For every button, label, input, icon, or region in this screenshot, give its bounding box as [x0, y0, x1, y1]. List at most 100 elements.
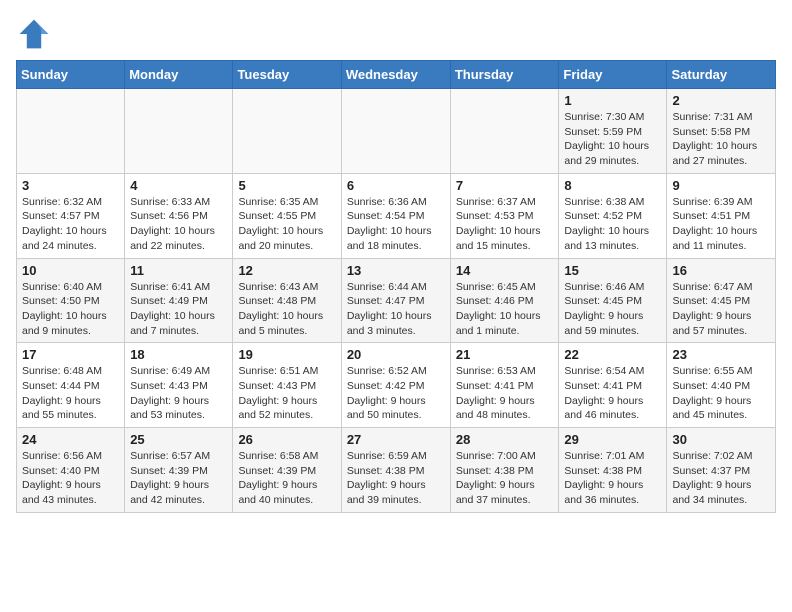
day-info: Sunrise: 6:49 AM Sunset: 4:43 PM Dayligh… — [130, 364, 227, 423]
calendar-cell: 22 Sunrise: 6:54 AM Sunset: 4:41 PM Dayli… — [559, 343, 667, 428]
calendar-week-3: 10 Sunrise: 6:40 AM Sunset: 4:50 PM Dayli… — [17, 258, 776, 343]
day-number: 20 — [347, 347, 445, 362]
calendar-cell: 25 Sunrise: 6:57 AM Sunset: 4:39 PM Dayli… — [125, 428, 233, 513]
day-number: 22 — [564, 347, 661, 362]
calendar-cell: 9Sunrise: 6:39 AM Sunset: 4:51 PM Daylig… — [667, 173, 776, 258]
day-number: 23 — [672, 347, 770, 362]
calendar-cell: 18 Sunrise: 6:49 AM Sunset: 4:43 PM Dayli… — [125, 343, 233, 428]
calendar-cell: 12Sunrise: 6:43 AM Sunset: 4:48 PM Dayli… — [233, 258, 341, 343]
day-number: 30 — [672, 432, 770, 447]
calendar-cell — [17, 89, 125, 174]
day-number: 7 — [456, 178, 554, 193]
day-info: Sunrise: 6:41 AM Sunset: 4:49 PM Dayligh… — [130, 280, 227, 339]
day-header-thursday: Thursday — [450, 61, 559, 89]
day-header-monday: Monday — [125, 61, 233, 89]
day-info: Sunrise: 6:33 AM Sunset: 4:56 PM Dayligh… — [130, 195, 227, 254]
day-number: 25 — [130, 432, 227, 447]
day-info: Sunrise: 6:54 AM Sunset: 4:41 PM Dayligh… — [564, 364, 661, 423]
day-number: 4 — [130, 178, 227, 193]
calendar-cell: 8 Sunrise: 6:38 AM Sunset: 4:52 PM Daylig… — [559, 173, 667, 258]
calendar-cell: 4 Sunrise: 6:33 AM Sunset: 4:56 PM Daylig… — [125, 173, 233, 258]
calendar-cell: 19 Sunrise: 6:51 AM Sunset: 4:43 PM Dayli… — [233, 343, 341, 428]
day-info: Sunrise: 7:01 AM Sunset: 4:38 PM Dayligh… — [564, 449, 661, 508]
day-number: 14 — [456, 263, 554, 278]
day-info: Sunrise: 6:56 AM Sunset: 4:40 PM Dayligh… — [22, 449, 119, 508]
day-info: Sunrise: 6:53 AM Sunset: 4:41 PM Dayligh… — [456, 364, 554, 423]
calendar-cell — [125, 89, 233, 174]
day-number: 21 — [456, 347, 554, 362]
day-info: Sunrise: 6:57 AM Sunset: 4:39 PM Dayligh… — [130, 449, 227, 508]
day-info: Sunrise: 6:47 AM Sunset: 4:45 PM Dayligh… — [672, 280, 770, 339]
day-number: 26 — [238, 432, 335, 447]
day-number: 13 — [347, 263, 445, 278]
day-info: Sunrise: 6:38 AM Sunset: 4:52 PM Dayligh… — [564, 195, 661, 254]
day-info: Sunrise: 7:30 AM Sunset: 5:59 PM Dayligh… — [564, 110, 661, 169]
day-info: Sunrise: 6:44 AM Sunset: 4:47 PM Dayligh… — [347, 280, 445, 339]
calendar-week-1: 1 Sunrise: 7:30 AM Sunset: 5:59 PM Daylig… — [17, 89, 776, 174]
day-number: 29 — [564, 432, 661, 447]
calendar-cell: 15Sunrise: 6:46 AM Sunset: 4:45 PM Dayli… — [559, 258, 667, 343]
calendar-week-5: 24 Sunrise: 6:56 AM Sunset: 4:40 PM Dayli… — [17, 428, 776, 513]
day-number: 12 — [238, 263, 335, 278]
calendar-cell: 2 Sunrise: 7:31 AM Sunset: 5:58 PM Daylig… — [667, 89, 776, 174]
calendar-cell: 11 Sunrise: 6:41 AM Sunset: 4:49 PM Dayli… — [125, 258, 233, 343]
day-header-tuesday: Tuesday — [233, 61, 341, 89]
calendar-cell: 10 Sunrise: 6:40 AM Sunset: 4:50 PM Dayli… — [17, 258, 125, 343]
calendar-cell: 30 Sunrise: 7:02 AM Sunset: 4:37 PM Dayli… — [667, 428, 776, 513]
day-number: 24 — [22, 432, 119, 447]
calendar-cell: 21 Sunrise: 6:53 AM Sunset: 4:41 PM Dayli… — [450, 343, 559, 428]
calendar-cell: 13 Sunrise: 6:44 AM Sunset: 4:47 PM Dayli… — [341, 258, 450, 343]
calendar-cell: 16 Sunrise: 6:47 AM Sunset: 4:45 PM Dayli… — [667, 258, 776, 343]
calendar-cell: 7Sunrise: 6:37 AM Sunset: 4:53 PM Daylig… — [450, 173, 559, 258]
calendar-cell: 26 Sunrise: 6:58 AM Sunset: 4:39 PM Dayli… — [233, 428, 341, 513]
day-number: 5 — [238, 178, 335, 193]
calendar-cell — [341, 89, 450, 174]
day-number: 11 — [130, 263, 227, 278]
day-info: Sunrise: 6:52 AM Sunset: 4:42 PM Dayligh… — [347, 364, 445, 423]
day-header-friday: Friday — [559, 61, 667, 89]
calendar-cell — [233, 89, 341, 174]
day-info: Sunrise: 6:48 AM Sunset: 4:44 PM Dayligh… — [22, 364, 119, 423]
day-info: Sunrise: 6:45 AM Sunset: 4:46 PM Dayligh… — [456, 280, 554, 339]
day-number: 1 — [564, 93, 661, 108]
calendar-cell: 29 Sunrise: 7:01 AM Sunset: 4:38 PM Dayli… — [559, 428, 667, 513]
calendar-cell: 1 Sunrise: 7:30 AM Sunset: 5:59 PM Daylig… — [559, 89, 667, 174]
day-number: 3 — [22, 178, 119, 193]
logo — [16, 16, 58, 52]
day-number: 17 — [22, 347, 119, 362]
calendar-cell: 3Sunrise: 6:32 AM Sunset: 4:57 PM Daylig… — [17, 173, 125, 258]
day-info: Sunrise: 6:51 AM Sunset: 4:43 PM Dayligh… — [238, 364, 335, 423]
day-number: 6 — [347, 178, 445, 193]
calendar-cell: 5 Sunrise: 6:35 AM Sunset: 4:55 PM Daylig… — [233, 173, 341, 258]
day-number: 18 — [130, 347, 227, 362]
calendar-cell: 17 Sunrise: 6:48 AM Sunset: 4:44 PM Dayli… — [17, 343, 125, 428]
calendar-week-2: 3Sunrise: 6:32 AM Sunset: 4:57 PM Daylig… — [17, 173, 776, 258]
day-number: 10 — [22, 263, 119, 278]
calendar-cell — [450, 89, 559, 174]
calendar-cell: 24 Sunrise: 6:56 AM Sunset: 4:40 PM Dayli… — [17, 428, 125, 513]
day-info: Sunrise: 7:31 AM Sunset: 5:58 PM Dayligh… — [672, 110, 770, 169]
day-info: Sunrise: 6:59 AM Sunset: 4:38 PM Dayligh… — [347, 449, 445, 508]
day-number: 16 — [672, 263, 770, 278]
calendar-cell: 20 Sunrise: 6:52 AM Sunset: 4:42 PM Dayli… — [341, 343, 450, 428]
day-info: Sunrise: 7:02 AM Sunset: 4:37 PM Dayligh… — [672, 449, 770, 508]
calendar-header: SundayMondayTuesdayWednesdayThursdayFrid… — [17, 61, 776, 89]
day-number: 8 — [564, 178, 661, 193]
header-row: SundayMondayTuesdayWednesdayThursdayFrid… — [17, 61, 776, 89]
day-header-saturday: Saturday — [667, 61, 776, 89]
calendar-cell: 6 Sunrise: 6:36 AM Sunset: 4:54 PM Daylig… — [341, 173, 450, 258]
day-info: Sunrise: 6:40 AM Sunset: 4:50 PM Dayligh… — [22, 280, 119, 339]
logo-icon — [16, 16, 52, 52]
day-header-wednesday: Wednesday — [341, 61, 450, 89]
day-number: 19 — [238, 347, 335, 362]
day-info: Sunrise: 7:00 AM Sunset: 4:38 PM Dayligh… — [456, 449, 554, 508]
day-info: Sunrise: 6:36 AM Sunset: 4:54 PM Dayligh… — [347, 195, 445, 254]
day-info: Sunrise: 6:39 AM Sunset: 4:51 PM Dayligh… — [672, 195, 770, 254]
day-number: 27 — [347, 432, 445, 447]
day-info: Sunrise: 6:58 AM Sunset: 4:39 PM Dayligh… — [238, 449, 335, 508]
day-number: 2 — [672, 93, 770, 108]
calendar-cell: 14 Sunrise: 6:45 AM Sunset: 4:46 PM Dayli… — [450, 258, 559, 343]
day-info: Sunrise: 6:35 AM Sunset: 4:55 PM Dayligh… — [238, 195, 335, 254]
calendar-cell: 27 Sunrise: 6:59 AM Sunset: 4:38 PM Dayli… — [341, 428, 450, 513]
page-header — [16, 16, 776, 52]
